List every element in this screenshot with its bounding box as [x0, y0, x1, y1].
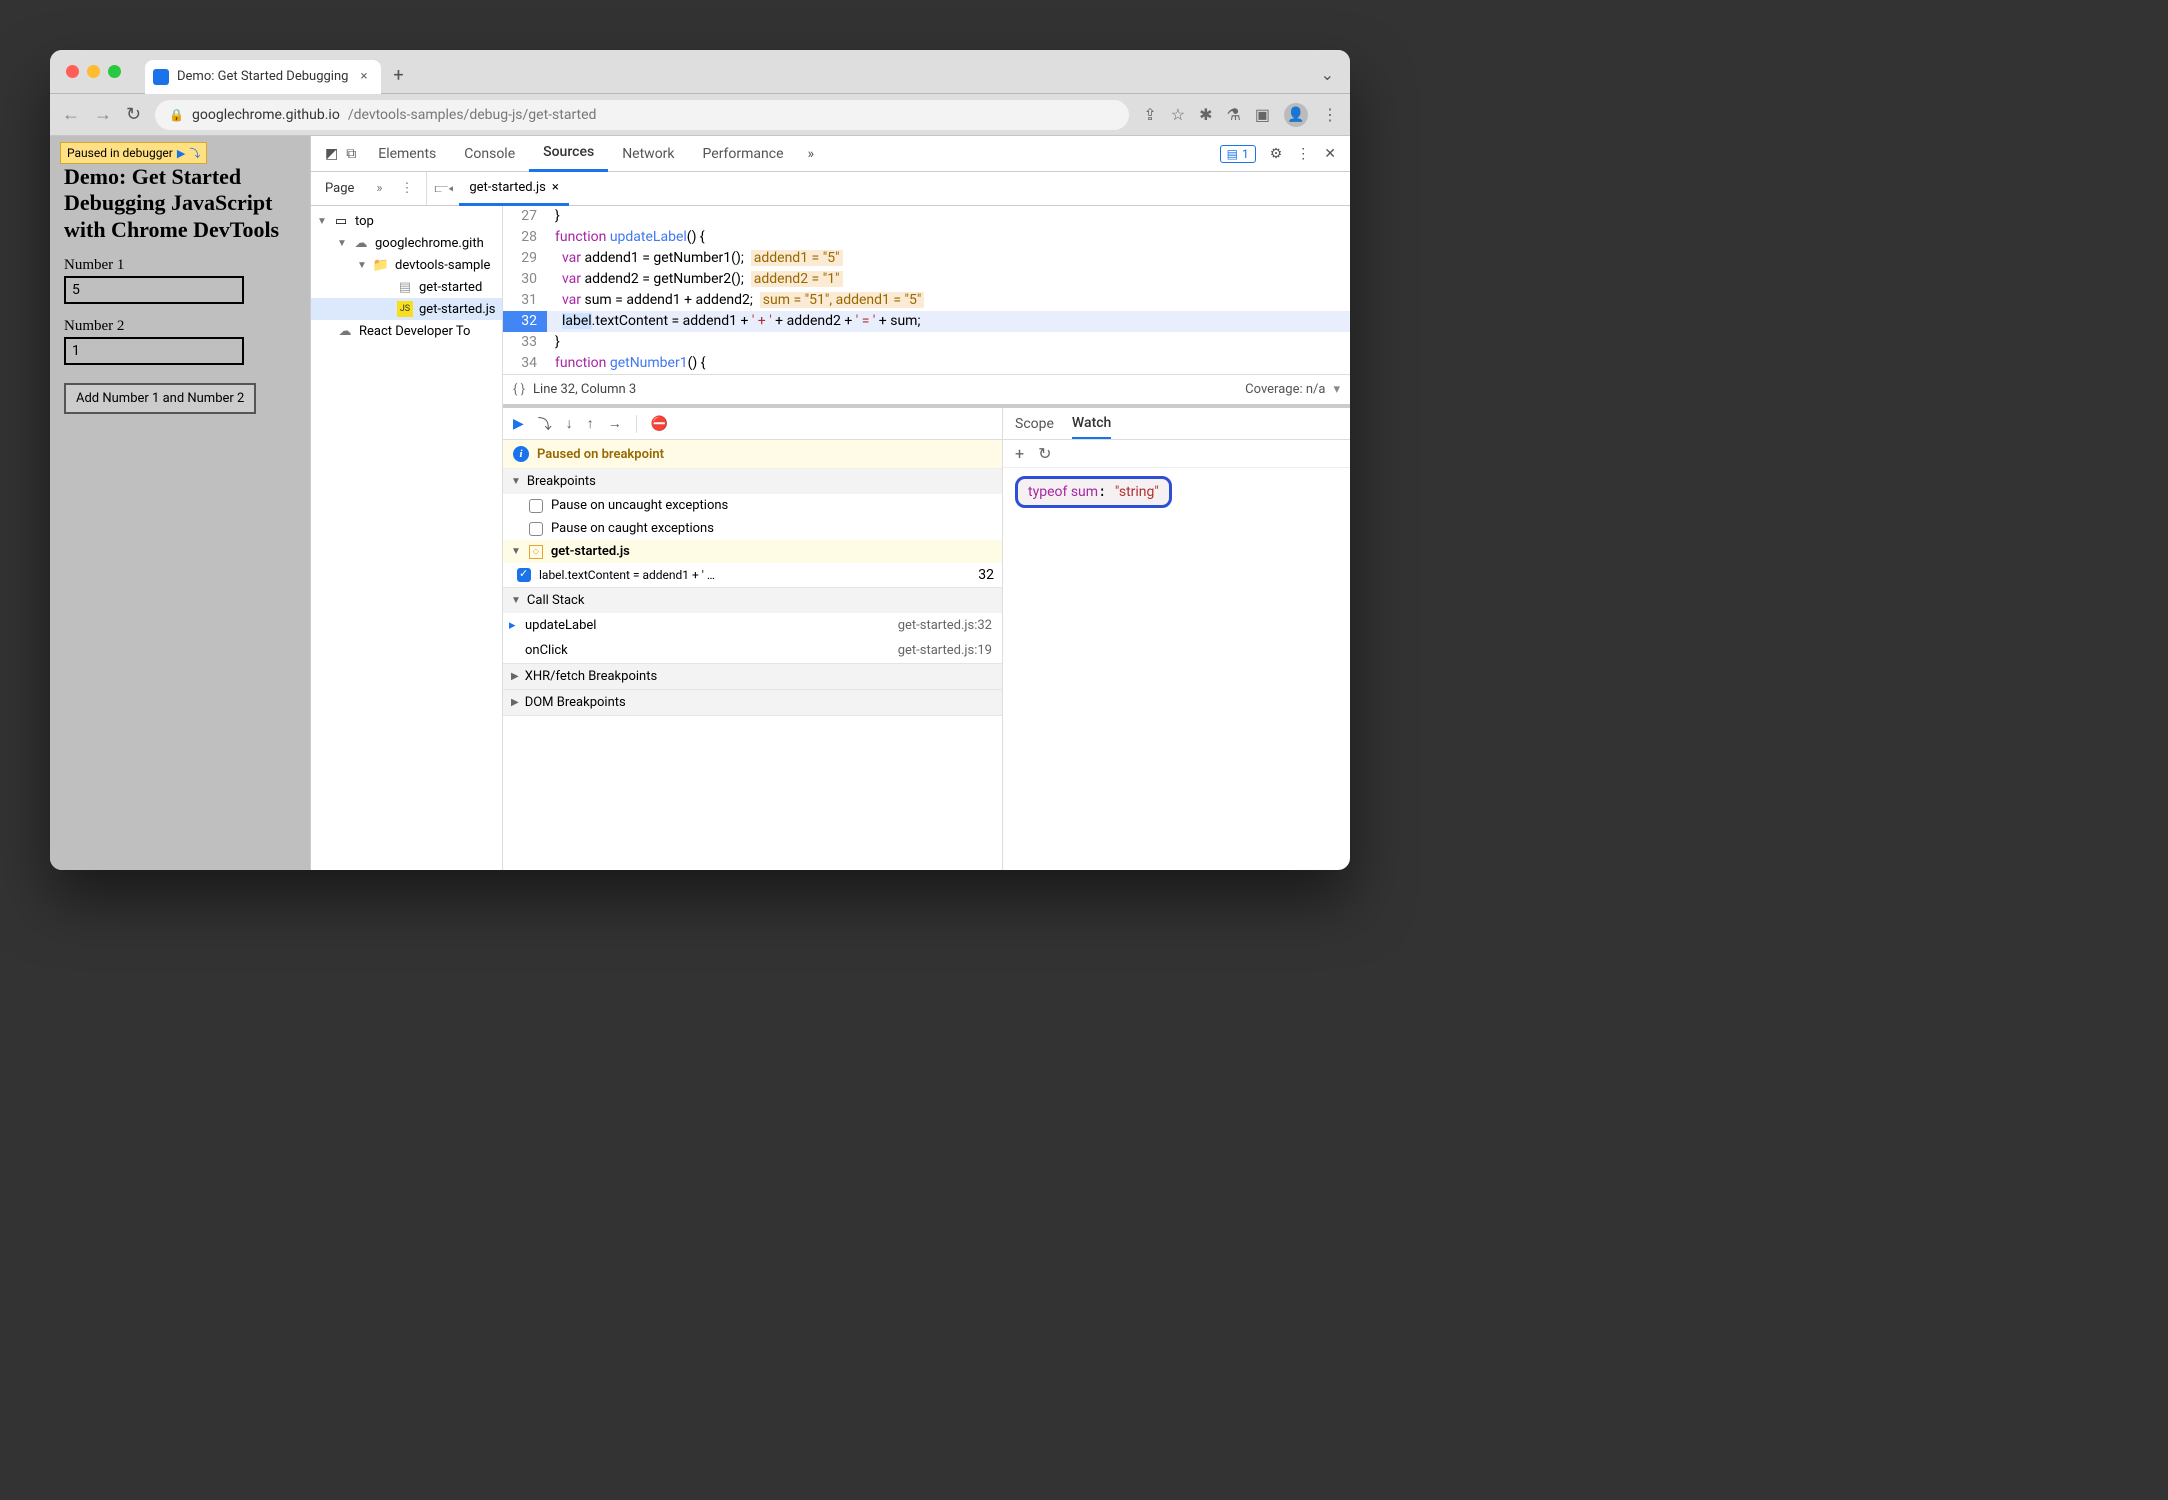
tab-scope[interactable]: Scope — [1015, 410, 1054, 438]
number1-input[interactable] — [64, 276, 244, 304]
resume-button[interactable]: ▶ — [513, 416, 524, 432]
tab-title: Demo: Get Started Debugging — [177, 69, 348, 84]
devtools-tabs: ◩ ⧉ Elements Console Sources Network Per… — [311, 136, 1350, 172]
navigator-page-tab[interactable]: Page — [311, 181, 368, 196]
favicon-icon — [153, 69, 169, 85]
step-over-button[interactable]: ⤵ — [538, 414, 552, 434]
tree-file-html[interactable]: ▤get-started — [311, 276, 502, 298]
devtools-menu-icon[interactable]: ⋮ — [1296, 146, 1310, 162]
breakpoint-entry[interactable]: label.textContent = addend1 + ' …32 — [503, 563, 1002, 587]
code-editor[interactable]: 27} 28function updateLabel() { 29 var ad… — [503, 206, 1350, 374]
inspect-icon[interactable]: ◩ — [325, 146, 338, 162]
add-watch-button[interactable]: + — [1015, 444, 1024, 463]
address-bar: ← → ↻ 🔒 googlechrome.github.io/devtools-… — [50, 94, 1350, 136]
stack-frame[interactable]: updateLabelget-started.js:32 — [503, 613, 1002, 638]
paused-message: i Paused on breakpoint — [503, 440, 1002, 469]
tree-top[interactable]: ▼▭top — [311, 210, 502, 232]
file-navigator: ▼▭top ▼☁googlechrome.gith ▼📁devtools-sam… — [311, 206, 503, 870]
coverage-status: Coverage: n/a — [1245, 382, 1325, 397]
step-button[interactable]: → — [608, 415, 622, 432]
sources-subbar: Page » ⋮ ⫍◂ get-started.js × — [311, 172, 1350, 206]
lock-icon: 🔒 — [169, 108, 184, 122]
stack-frame[interactable]: onClickget-started.js:19 — [503, 638, 1002, 663]
tab-elements[interactable]: Elements — [364, 136, 450, 172]
tab-watch[interactable]: Watch — [1072, 409, 1111, 439]
tab-sources[interactable]: Sources — [529, 136, 608, 172]
navigator-menu-button[interactable]: ⋮ — [391, 181, 424, 196]
breakpoints-section-header[interactable]: ▼Breakpoints — [503, 469, 1002, 494]
dom-breakpoints-section-header[interactable]: ▶DOM Breakpoints — [503, 690, 1002, 715]
share-icon[interactable]: ⇪ — [1143, 105, 1156, 124]
minimize-window-button[interactable] — [87, 65, 100, 78]
step-icon[interactable]: ⤵ — [189, 145, 200, 161]
coverage-dropdown-icon[interactable]: ▾ — [1333, 382, 1340, 397]
add-button[interactable]: Add Number 1 and Number 2 — [64, 383, 256, 414]
close-window-button[interactable] — [66, 65, 79, 78]
issues-badge[interactable]: ▤ 1 — [1220, 145, 1256, 163]
close-file-button[interactable]: × — [552, 180, 559, 195]
url-host: googlechrome.github.io — [192, 107, 340, 123]
extensions-icon[interactable]: ✱ — [1199, 105, 1212, 124]
profile-avatar[interactable]: 👤 — [1284, 103, 1308, 127]
debugger-toolbar: ▶ ⤵ ↓ ↑ → ⛔ — [503, 408, 1002, 440]
traffic-lights — [66, 65, 121, 78]
breakpoint-file-group[interactable]: ▼⬦get-started.js — [503, 540, 1002, 563]
refresh-watch-button[interactable]: ↻ — [1038, 444, 1051, 463]
editor-status-bar: { } Line 32, Column 3 Coverage: n/a ▾ — [503, 374, 1350, 404]
window-titlebar: Demo: Get Started Debugging × + ⌄ — [50, 50, 1350, 94]
settings-icon[interactable]: ⚙ — [1270, 146, 1283, 162]
maximize-window-button[interactable] — [108, 65, 121, 78]
close-devtools-button[interactable]: ✕ — [1324, 146, 1336, 162]
navigator-more-button[interactable]: » — [368, 181, 390, 196]
paused-overlay-text: Paused in debugger — [67, 146, 173, 160]
tree-domain[interactable]: ▼☁googlechrome.gith — [311, 232, 502, 254]
pause-uncaught-checkbox[interactable]: Pause on uncaught exceptions — [503, 494, 1002, 517]
xhr-breakpoints-section-header[interactable]: ▶XHR/fetch Breakpoints — [503, 664, 1002, 689]
toggle-navigator-icon[interactable]: ⫍◂ — [429, 181, 460, 196]
deactivate-breakpoints-button[interactable]: ⛔ — [651, 416, 668, 432]
step-into-button[interactable]: ↓ — [566, 415, 573, 432]
tree-extension[interactable]: ☁React Developer To — [311, 320, 502, 342]
bookmark-icon[interactable]: ☆ — [1171, 105, 1185, 124]
resume-icon[interactable]: ▶ — [177, 147, 185, 160]
info-icon: i — [513, 446, 529, 462]
labs-icon[interactable]: ⚗ — [1227, 105, 1241, 124]
tree-file-js[interactable]: JSget-started.js — [311, 298, 502, 320]
call-stack-section-header[interactable]: ▼Call Stack — [503, 588, 1002, 613]
devtools-panel: ◩ ⧉ Elements Console Sources Network Per… — [310, 136, 1350, 870]
sidepanel-icon[interactable]: ▣ — [1255, 105, 1270, 124]
browser-tab[interactable]: Demo: Get Started Debugging × — [145, 60, 381, 94]
tree-folder[interactable]: ▼📁devtools-sample — [311, 254, 502, 276]
url-path: /devtools-samples/debug-js/get-started — [348, 107, 597, 123]
page-heading: Demo: Get Started Debugging JavaScript w… — [64, 164, 296, 243]
new-tab-button[interactable]: + — [393, 65, 403, 86]
more-tabs-button[interactable]: » — [798, 146, 825, 162]
device-icon[interactable]: ⧉ — [346, 146, 356, 162]
back-button[interactable]: ← — [62, 104, 80, 125]
watch-panel: Scope Watch + ↻ typeof sum: "string" — [1003, 408, 1350, 870]
open-file-tab[interactable]: get-started.js × — [459, 172, 568, 206]
close-tab-button[interactable]: × — [360, 69, 367, 84]
tab-performance[interactable]: Performance — [689, 136, 798, 172]
forward-button[interactable]: → — [94, 104, 112, 125]
watch-tabs: Scope Watch — [1003, 408, 1350, 440]
watch-expression[interactable]: typeof sum: "string" — [1015, 476, 1172, 508]
menu-icon[interactable]: ⋮ — [1322, 105, 1338, 124]
tabs-dropdown-button[interactable]: ⌄ — [1321, 65, 1334, 84]
reload-button[interactable]: ↻ — [126, 104, 141, 125]
paused-overlay: Paused in debugger ▶ ⤵ — [60, 142, 207, 164]
cursor-position: Line 32, Column 3 — [533, 382, 636, 397]
url-field[interactable]: 🔒 googlechrome.github.io/devtools-sample… — [155, 100, 1129, 130]
rendered-page: Paused in debugger ▶ ⤵ Demo: Get Started… — [50, 136, 310, 870]
number1-label: Number 1 — [64, 257, 296, 274]
debugger-sidebar: ▶ ⤵ ↓ ↑ → ⛔ i Paused on breakpoint — [503, 408, 1003, 870]
pretty-print-icon[interactable]: { } — [513, 382, 525, 397]
number2-label: Number 2 — [64, 318, 296, 335]
number2-input[interactable] — [64, 337, 244, 365]
step-out-button[interactable]: ↑ — [587, 415, 594, 432]
pause-caught-checkbox[interactable]: Pause on caught exceptions — [503, 517, 1002, 540]
tab-network[interactable]: Network — [608, 136, 688, 172]
watch-toolbar: + ↻ — [1003, 440, 1350, 468]
tab-console[interactable]: Console — [450, 136, 529, 172]
